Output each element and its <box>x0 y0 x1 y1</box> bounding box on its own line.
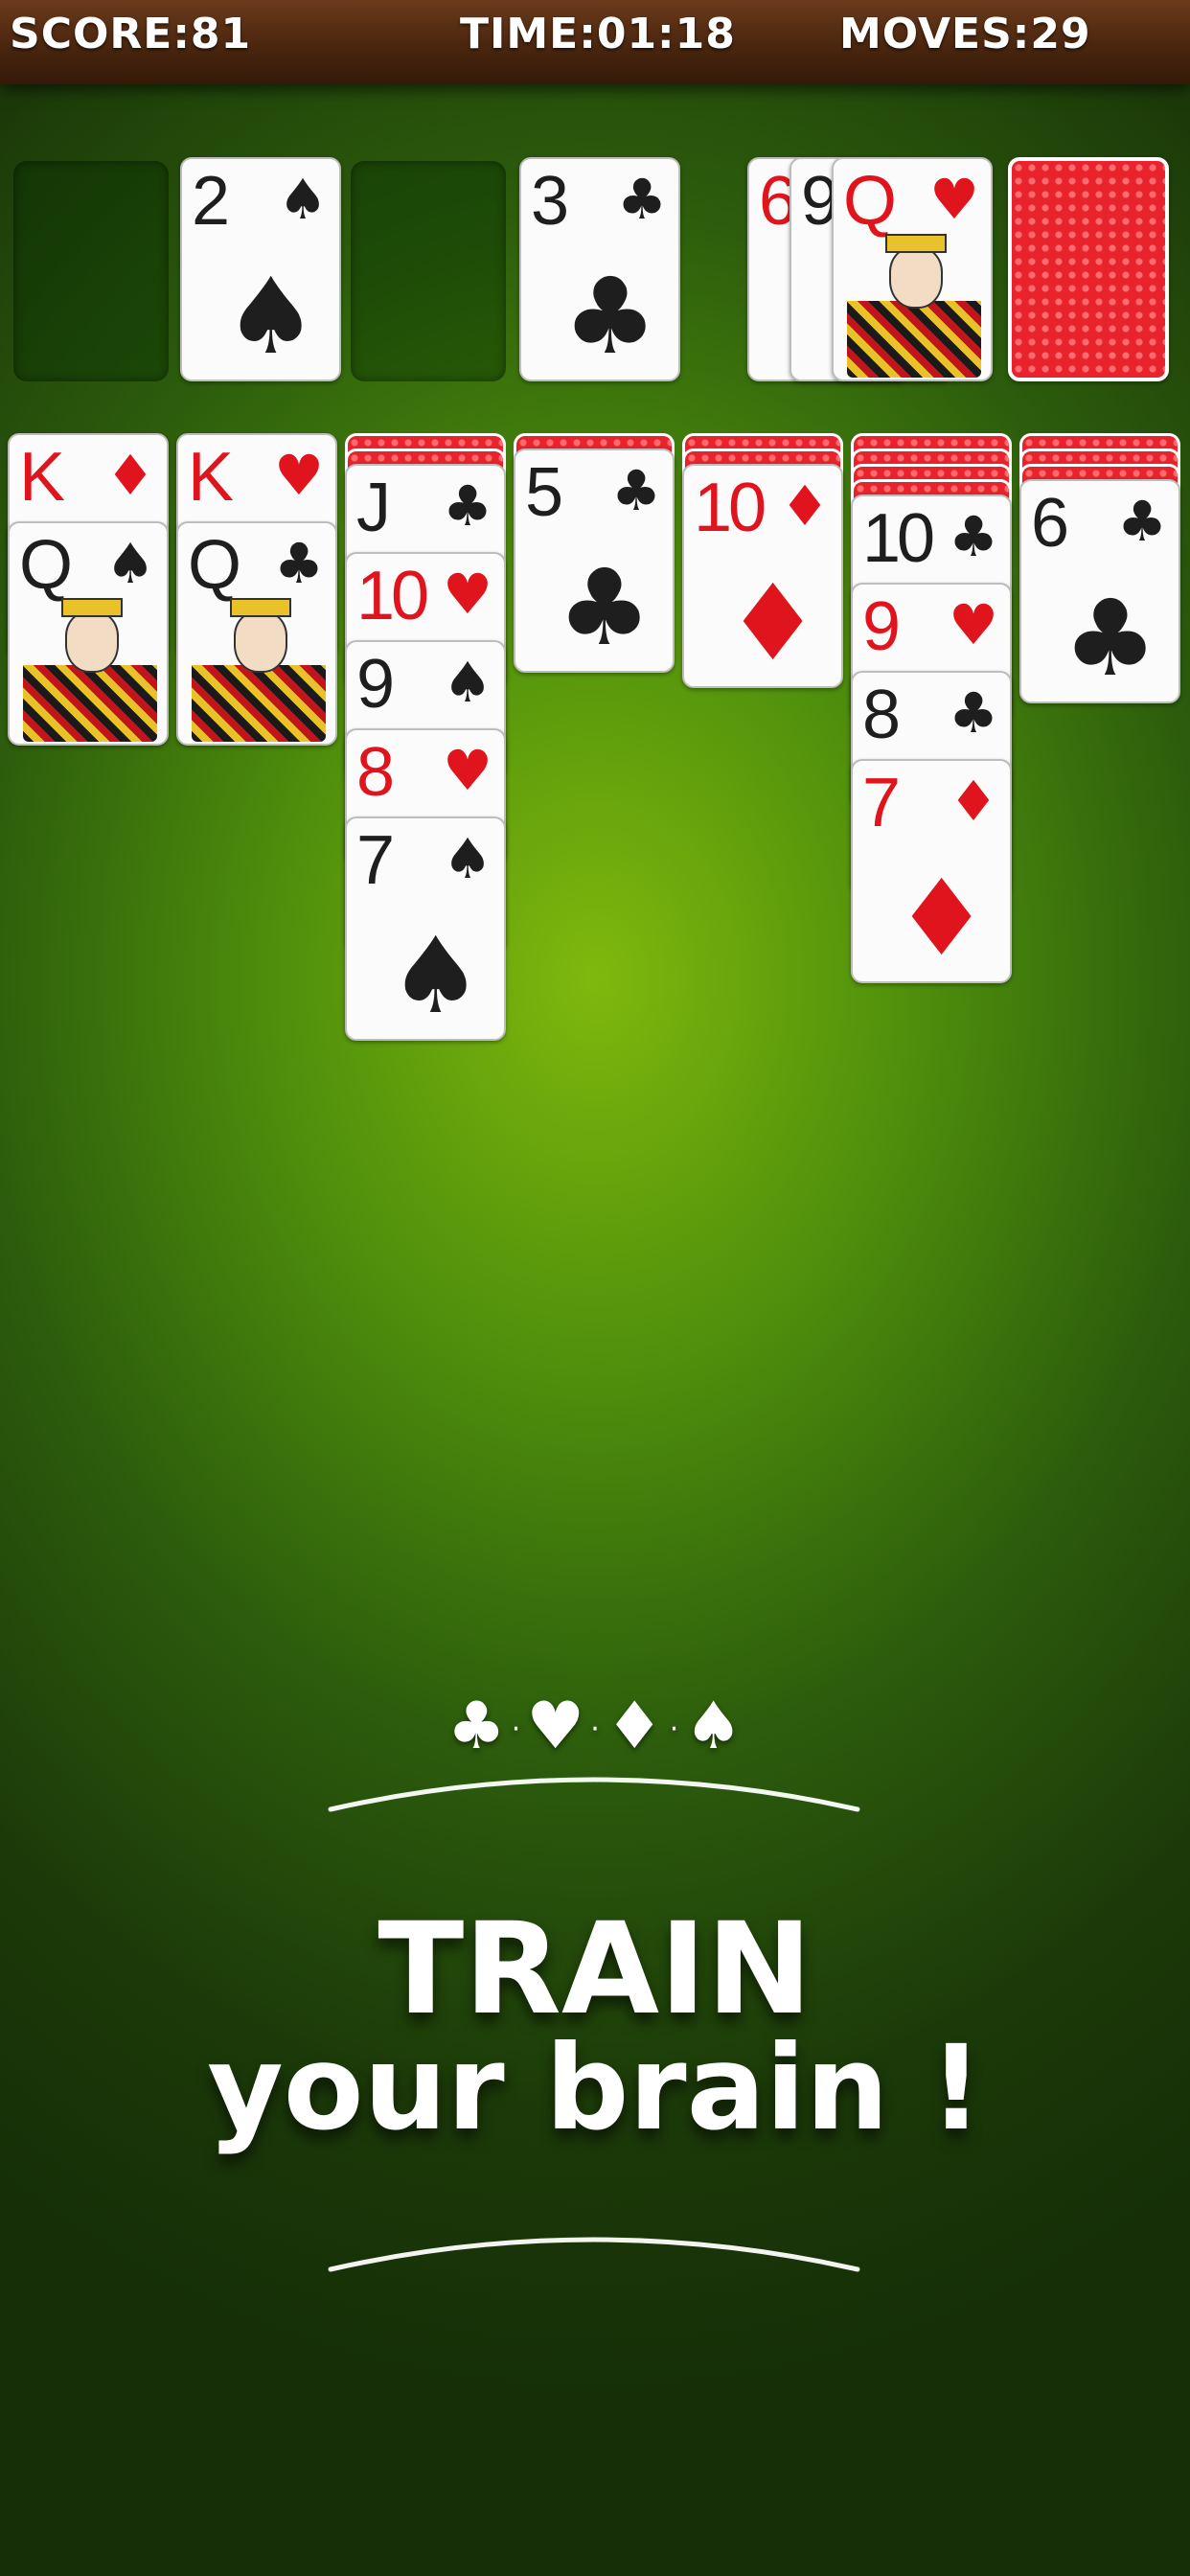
foundation-pile[interactable]: 3 ♣ ♣ <box>519 157 680 381</box>
bottom-arc-divider <box>328 2237 860 2272</box>
spade-icon: ♠ <box>278 167 328 232</box>
heart-icon: ♥ <box>929 167 979 232</box>
time-label: TIME: <box>460 10 597 58</box>
card-rank: 3 <box>531 163 569 240</box>
card-rank: 10 <box>356 558 429 634</box>
diamond-icon: ♦ <box>605 1689 664 1764</box>
card-rank: 8 <box>356 734 395 811</box>
card-rank: 9 <box>356 646 395 723</box>
card-rank: Q <box>19 527 73 604</box>
card-rank: 8 <box>862 677 901 753</box>
timer-display: TIME:01:18 <box>460 10 736 58</box>
card-rank: 10 <box>694 470 767 546</box>
club-icon: ♣ <box>443 473 492 539</box>
card-rank: J <box>356 470 391 546</box>
moves-display: MOVES:29 <box>839 10 1091 58</box>
diamond-icon: ♦ <box>949 769 998 834</box>
club-icon: ♣ <box>1063 577 1157 700</box>
card-rank: 7 <box>356 822 395 899</box>
card-rank: 5 <box>525 454 563 531</box>
card-rank: 9 <box>801 163 839 240</box>
club-icon: ♣ <box>557 546 652 669</box>
card-rank: 9 <box>862 588 901 665</box>
diamond-icon: ♦ <box>725 562 820 684</box>
top-arc-divider <box>328 1777 860 1812</box>
queen-portrait <box>847 234 981 378</box>
score-display: SCORE:81 <box>10 10 251 58</box>
status-bar: SCORE:81 TIME:01:18 MOVES:29 <box>0 0 1190 84</box>
card-rank: 10 <box>862 500 935 577</box>
tableau-card[interactable]: 10 ♦ ♦ <box>682 464 843 688</box>
foundation-slot-empty[interactable] <box>13 161 169 381</box>
tableau-card[interactable]: Q ♣ <box>176 521 337 746</box>
club-icon: ♣ <box>1117 489 1167 554</box>
club-icon: ♣ <box>617 167 667 232</box>
spade-icon: ♠ <box>684 1689 744 1764</box>
heart-icon: ♥ <box>949 592 998 657</box>
spade-icon: ♠ <box>388 914 483 1037</box>
time-value: 01:18 <box>596 10 736 58</box>
queen-portrait <box>192 598 326 742</box>
heart-icon: ♥ <box>526 1689 585 1764</box>
tableau-card[interactable]: Q ♠ <box>8 521 169 746</box>
score-value: 81 <box>190 10 252 58</box>
score-label: SCORE: <box>10 10 191 58</box>
card-rank: K <box>188 439 234 516</box>
spade-icon: ♠ <box>105 531 155 596</box>
diamond-icon: ♦ <box>105 443 155 508</box>
card-rank: K <box>19 439 65 516</box>
stock-pile[interactable] <box>1008 157 1169 381</box>
moves-value: 29 <box>1030 10 1091 58</box>
club-icon: ♣ <box>274 531 324 596</box>
diamond-icon: ♦ <box>894 857 989 979</box>
foundation-slot-empty[interactable] <box>351 161 506 381</box>
foundation-pile[interactable]: 2 ♠ ♠ <box>180 157 341 381</box>
spade-icon: ♠ <box>443 650 492 715</box>
moves-label: MOVES: <box>839 10 1031 58</box>
card-rank: Q <box>843 163 897 240</box>
card-rank: 7 <box>862 765 901 841</box>
spade-icon: ♠ <box>443 826 492 891</box>
club-icon: ♣ <box>949 680 998 746</box>
club-icon: ♣ <box>949 504 998 569</box>
heart-icon: ♥ <box>274 443 324 508</box>
queen-portrait <box>23 598 157 742</box>
heart-icon: ♥ <box>443 738 492 803</box>
card-rank: 6 <box>1031 485 1069 562</box>
club-icon: ♣ <box>611 458 661 523</box>
spade-icon: ♠ <box>223 255 318 378</box>
tableau-card[interactable]: 6 ♣ ♣ <box>1019 479 1180 703</box>
club-icon: ♣ <box>562 255 657 378</box>
suit-ornament: ♣ ·♥ ·♦ ·♠ <box>446 1689 744 1764</box>
card-rank: Q <box>188 527 241 604</box>
headline-your-brain: your brain ! <box>207 2020 983 2156</box>
diamond-icon: ♦ <box>780 473 830 539</box>
waste-pile-top[interactable]: Q ♥ <box>832 157 993 381</box>
club-icon: ♣ <box>446 1689 506 1764</box>
tableau-card[interactable]: 7 ♠ ♠ <box>345 816 506 1041</box>
card-rank: 2 <box>192 163 230 240</box>
tableau-card[interactable]: 5 ♣ ♣ <box>514 448 675 673</box>
card-rank: 6 <box>759 163 797 240</box>
tableau-card[interactable]: 7 ♦ ♦ <box>851 759 1012 983</box>
heart-icon: ♥ <box>443 562 492 627</box>
